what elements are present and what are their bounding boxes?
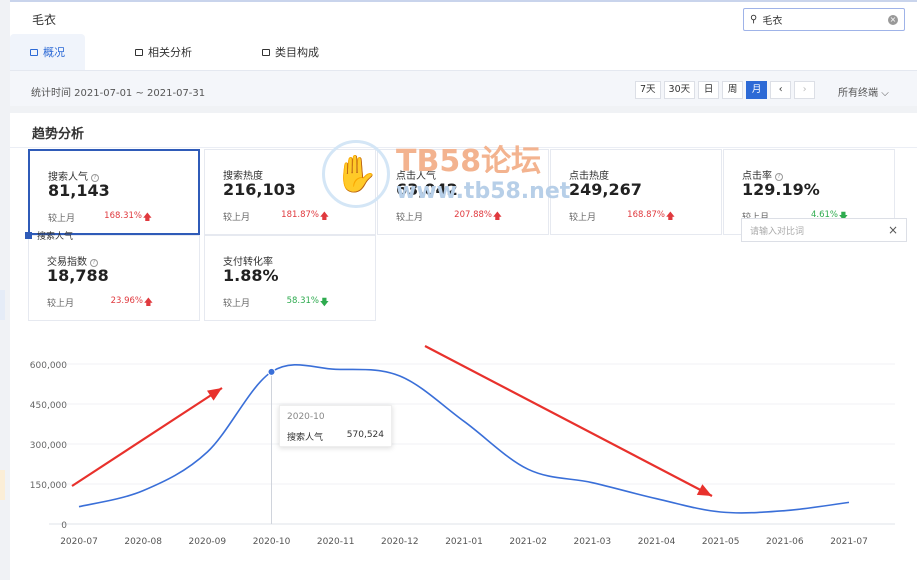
left-edge-shade — [0, 290, 5, 320]
search-icon: ⚲ — [750, 14, 758, 25]
x-tick-label: 2021-06 — [766, 537, 804, 547]
x-tick-label: 2021-01 — [445, 537, 483, 547]
tooltip-series-name: 搜索人气 — [287, 433, 324, 443]
range-week-button[interactable]: 周 — [722, 81, 744, 99]
chart-tooltip: 2020-10 搜索人气 570,524 — [279, 405, 392, 447]
y-tick-label: 150,000 — [30, 481, 67, 491]
tab-label: 概况 — [43, 46, 65, 59]
next-button[interactable]: › — [794, 81, 816, 99]
tab-label: 类目构成 — [275, 46, 319, 59]
annotation-arrow-line — [424, 345, 713, 497]
period-text: 统计时间 2021-07-01 ~ 2021-07-31 — [31, 88, 206, 99]
x-tick-label: 2020-12 — [381, 537, 419, 547]
x-tick-label: 2021-07 — [830, 537, 868, 547]
range-buttons: 7天 30天 日 周 月 ‹ › — [635, 81, 816, 99]
x-tick-label: 2020-10 — [253, 537, 291, 547]
x-tick-label: 2021-05 — [702, 537, 740, 547]
x-tick-label: 2021-03 — [574, 537, 612, 547]
date-toolbar: 统计时间 2021-07-01 ~ 2021-07-31 7天 30天 日 周 … — [10, 70, 917, 106]
tooltip-date: 2020-10 — [287, 412, 325, 422]
trend-chart[interactable]: 0 150,000 300,000 450,000 600,000 2020-07 2020… — [10, 113, 917, 580]
header-panel: 毛衣 ⚲ 毛衣 × 概况 相关分析 类目构成 统计时间 2021-07-01 ~… — [10, 0, 917, 106]
x-tick-label: 2020-11 — [317, 537, 355, 547]
x-tick-label: 2021-02 — [509, 537, 547, 547]
x-tick-label: 2020-08 — [124, 537, 162, 547]
tab-overview[interactable]: 概况 — [10, 34, 85, 70]
y-tick-label: 450,000 — [30, 401, 67, 411]
annotation-arrow-line — [71, 387, 223, 487]
tab-category[interactable]: 类目构成 — [242, 34, 339, 70]
chevron-down-icon: ⌵ — [881, 88, 889, 99]
tab-icon — [135, 48, 143, 56]
range-7d-button[interactable]: 7天 — [635, 81, 661, 99]
y-tick-label: 300,000 — [30, 441, 67, 451]
tab-related-analysis[interactable]: 相关分析 — [115, 34, 212, 70]
tab-icon — [262, 48, 270, 56]
x-tick-label: 2021-04 — [638, 537, 676, 547]
clear-icon[interactable]: × — [888, 14, 898, 25]
data-point — [267, 367, 276, 376]
y-tick-label: 0 — [61, 521, 67, 531]
range-30d-button[interactable]: 30天 — [663, 81, 696, 99]
prev-button[interactable]: ‹ — [770, 81, 792, 99]
terminal-select[interactable]: 所有终端 ⌵ — [838, 84, 889, 99]
terminal-label: 所有终端 — [838, 88, 878, 99]
search-input[interactable]: 毛衣 — [762, 12, 782, 27]
range-month-button[interactable]: 月 — [746, 81, 768, 99]
page-title: 毛衣 — [32, 13, 57, 27]
x-tick-label: 2020-07 — [60, 537, 98, 547]
tooltip-value: 570,524 — [346, 430, 384, 440]
y-tick-label: 600,000 — [30, 361, 67, 371]
tab-icon — [30, 48, 38, 56]
tab-bar: 概况 相关分析 类目构成 — [10, 34, 917, 70]
x-tick-label: 2020-09 — [189, 537, 227, 547]
search-box[interactable]: ⚲ 毛衣 × — [743, 8, 905, 31]
range-day-button[interactable]: 日 — [698, 81, 720, 99]
tab-label: 相关分析 — [148, 46, 192, 59]
series-line — [78, 364, 850, 514]
left-edge-shade — [0, 470, 5, 500]
annotation-arrowhead — [206, 388, 222, 401]
